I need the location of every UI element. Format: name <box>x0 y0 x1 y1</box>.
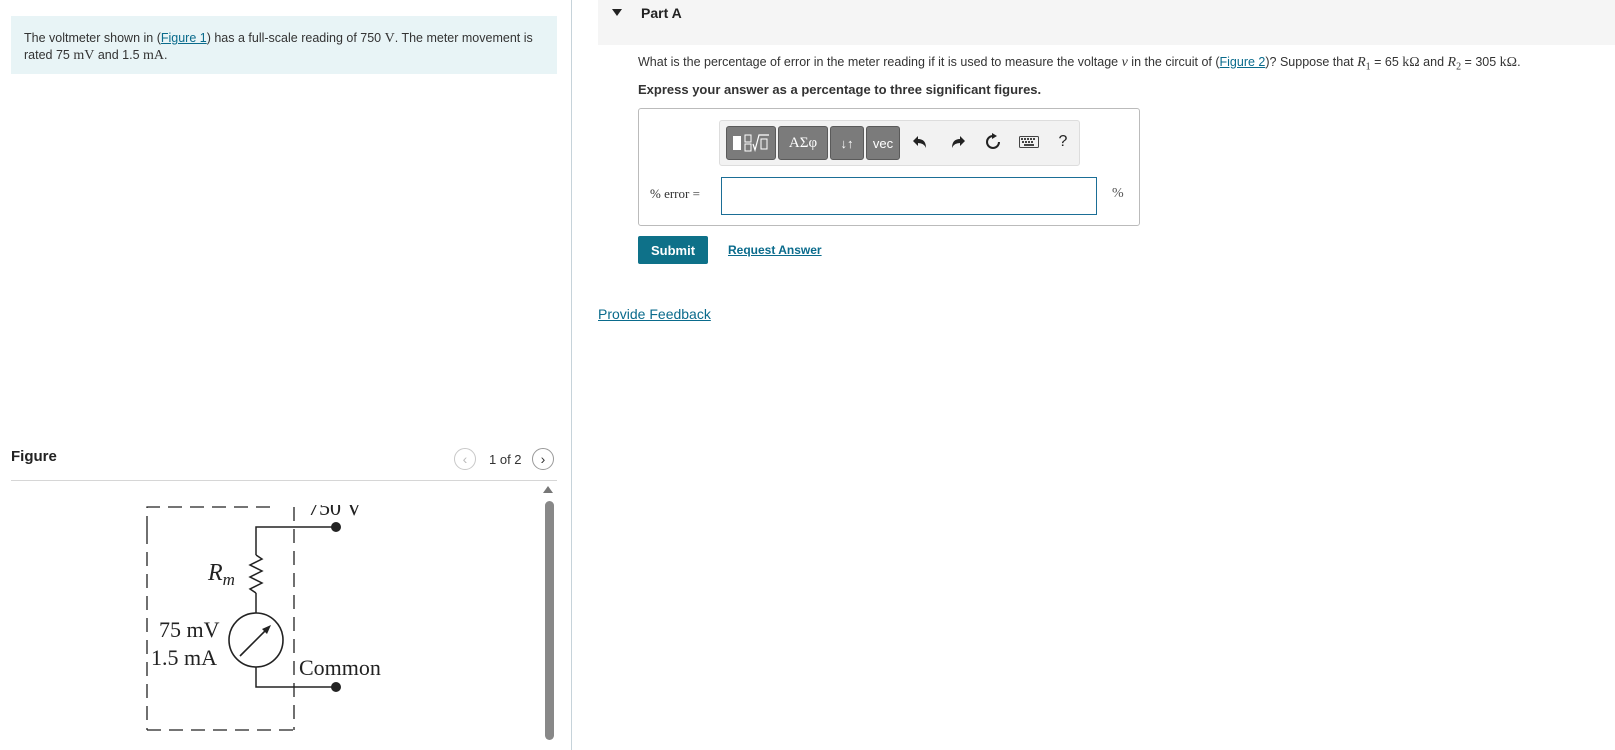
undo-icon[interactable] <box>909 131 931 153</box>
chevron-right-icon[interactable]: › <box>532 448 554 470</box>
meter-rating-mv: 75 mV <box>159 617 220 642</box>
top-terminal <box>331 522 341 532</box>
submit-button[interactable]: Submit <box>638 236 708 264</box>
chevron-left-icon[interactable]: ‹ <box>454 448 476 470</box>
help-button[interactable]: ? <box>1052 131 1074 153</box>
problem-text: ) has a full-scale reading of 750 <box>206 31 385 45</box>
keyboard-icon[interactable] <box>1018 131 1040 153</box>
top-wire <box>255 526 336 555</box>
math-toolbar: ΑΣφ ↓↑ vec ? <box>719 120 1080 166</box>
answer-label: % error = <box>650 186 700 201</box>
provide-feedback-link[interactable]: Provide Feedback <box>598 306 711 322</box>
figure-scrollbar[interactable] <box>545 501 554 740</box>
common-label: Common <box>299 655 381 680</box>
figure-2-link[interactable]: Figure 2 <box>1220 55 1266 69</box>
vector-button[interactable]: vec <box>866 126 900 160</box>
reset-icon[interactable] <box>982 131 1004 153</box>
subscript-superscript-button[interactable]: ↓↑ <box>830 126 864 160</box>
problem-statement: The voltmeter shown in (Figure 1) has a … <box>11 16 557 74</box>
percent-error-input[interactable] <box>721 177 1097 215</box>
left-panel: The voltmeter shown in (Figure 1) has a … <box>0 0 572 750</box>
meter-rating-ma: 1.5 mA <box>151 645 217 670</box>
unit-volt: V <box>384 31 395 46</box>
problem-text: The voltmeter shown in ( <box>24 31 161 45</box>
templates-button[interactable] <box>726 126 776 160</box>
templates-icon <box>733 134 769 153</box>
scroll-up-arrow-icon[interactable] <box>543 486 553 493</box>
figure-title: Figure <box>11 448 57 465</box>
resistor-label: Rm <box>207 560 235 589</box>
unit-millivolt: mV <box>73 48 95 63</box>
request-answer-link[interactable]: Request Answer <box>728 243 822 257</box>
voltage-label: 750 V <box>308 505 362 520</box>
redo-icon[interactable] <box>947 131 969 153</box>
voltmeter-circuit-diagram: 750 V Rm 75 mV 1.5 mA Common <box>146 505 381 731</box>
variable-r2: R <box>1447 55 1457 70</box>
common-terminal <box>331 682 341 692</box>
figure-1-link[interactable]: Figure 1 <box>161 31 207 45</box>
answer-box: ΑΣφ ↓↑ vec ? % error = % <box>638 108 1140 226</box>
question-text: What is the percentage of error in the m… <box>638 55 1521 73</box>
problem-text: . <box>164 48 168 62</box>
problem-text: and 1.5 <box>94 48 143 62</box>
resistor-rm <box>248 554 264 594</box>
part-a-header[interactable]: Part A <box>598 0 1615 45</box>
answer-instruction: Express your answer as a percentage to t… <box>638 82 1042 97</box>
part-title: Part A <box>641 5 682 21</box>
figure-page-indicator: 1 of 2 <box>489 452 522 467</box>
unit-milliamp: mA <box>143 48 164 63</box>
figure-header: Figure ‹ 1 of 2 › <box>11 446 557 481</box>
greek-symbols-button[interactable]: ΑΣφ <box>778 126 828 160</box>
caret-down-icon[interactable] <box>612 9 622 16</box>
variable-r1: R <box>1357 55 1366 70</box>
unit-kohm: kΩ <box>1499 55 1518 70</box>
unit-kohm: kΩ <box>1402 55 1420 70</box>
answer-unit: % <box>1112 186 1124 201</box>
